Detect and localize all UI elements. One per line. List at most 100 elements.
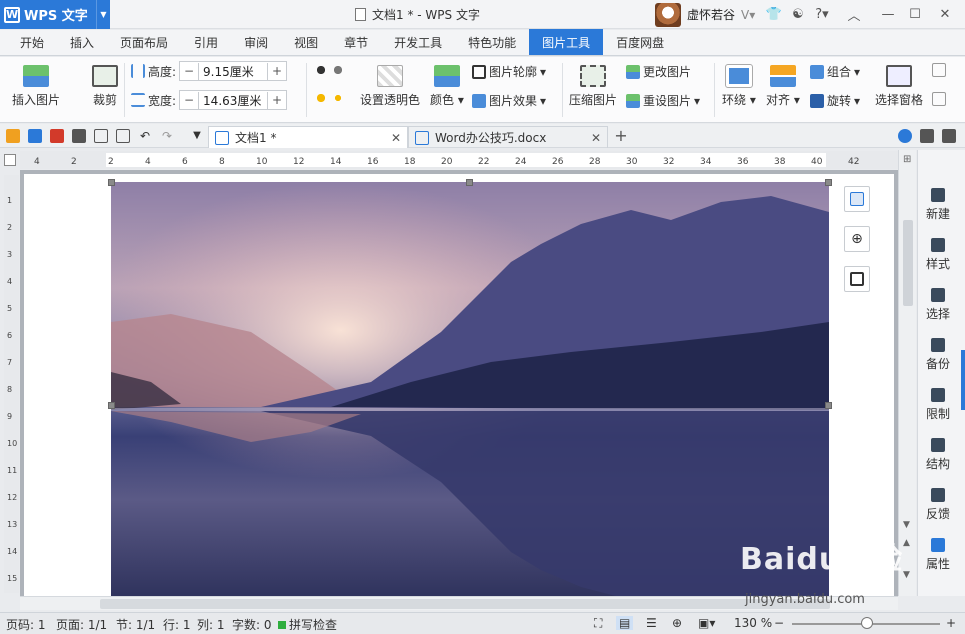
wrap-button[interactable]: 环绕 ▾ bbox=[722, 64, 756, 108]
skin-icon[interactable]: 👕 bbox=[763, 4, 785, 24]
more-icon[interactable] bbox=[942, 129, 956, 143]
resize-handle-nw[interactable] bbox=[108, 179, 115, 186]
outline-button[interactable]: 图片轮廓 ▾ bbox=[472, 63, 546, 80]
panel-toggle-icon[interactable]: ⊞ bbox=[903, 154, 911, 165]
send-backward-button[interactable] bbox=[932, 92, 946, 106]
open-icon[interactable] bbox=[6, 129, 20, 143]
contrast-down-icon[interactable] bbox=[331, 63, 345, 77]
structure-panel-button[interactable]: 结构 bbox=[918, 438, 958, 472]
share-icon[interactable]: ☯ bbox=[787, 4, 809, 24]
new-tab-icon[interactable]: + bbox=[614, 128, 628, 144]
tab-page-layout[interactable]: 页面布局 bbox=[107, 29, 181, 55]
close-tab-icon[interactable]: ✕ bbox=[391, 131, 401, 145]
effect-button[interactable]: 图片效果 ▾ bbox=[472, 92, 546, 109]
spell-check-toggle[interactable]: 拼写检查 bbox=[278, 616, 337, 633]
compress-button[interactable]: 压缩图片 bbox=[569, 65, 617, 108]
selection-pane-button[interactable]: 选择窗格 bbox=[875, 65, 923, 108]
print-preview-icon[interactable] bbox=[94, 129, 108, 143]
close-button[interactable]: ✕ bbox=[934, 4, 956, 24]
resize-handle-n[interactable] bbox=[466, 179, 473, 186]
tab-baidu-netdisk[interactable]: 百度网盘 bbox=[603, 29, 677, 55]
layout-options-icon[interactable] bbox=[844, 186, 870, 212]
close-tab-icon[interactable]: ✕ bbox=[591, 131, 601, 145]
save-icon[interactable] bbox=[28, 129, 42, 143]
brightness-down-icon[interactable] bbox=[331, 91, 345, 105]
width-input[interactable]: 14.63厘米 bbox=[198, 91, 269, 109]
sync-icon[interactable] bbox=[920, 129, 934, 143]
color-button[interactable]: 颜色 ▾ bbox=[430, 65, 464, 108]
select-panel-button[interactable]: 选择 bbox=[918, 288, 958, 322]
help-icon[interactable]: ?▾ bbox=[811, 4, 833, 24]
reading-view-icon[interactable]: ▣▾ bbox=[698, 616, 715, 630]
cloud-icon[interactable] bbox=[898, 129, 912, 143]
status-page-number[interactable]: 页码: 1 bbox=[6, 616, 46, 633]
height-spinner[interactable]: − 9.15厘米 + bbox=[179, 61, 288, 81]
doc-tab[interactable]: Word办公技巧.docx ✕ bbox=[408, 126, 608, 148]
scroll-thumb[interactable] bbox=[903, 220, 913, 306]
horizontal-ruler[interactable]: 4 2 2 4 6 8 10 12 14 16 18 20 22 24 26 28 30 32 34 36 38 40 42 bbox=[20, 151, 898, 169]
avatar[interactable] bbox=[655, 2, 681, 27]
doc-tab-active[interactable]: 文档1 * ✕ bbox=[208, 126, 408, 148]
style-panel-button[interactable]: 样式 bbox=[918, 238, 958, 272]
scroll-down-icon[interactable]: ▼ bbox=[903, 520, 910, 530]
chevron-down-icon[interactable]: ▼ bbox=[96, 0, 110, 29]
bring-forward-button[interactable] bbox=[932, 63, 946, 77]
collapse-ribbon-icon[interactable]: ︿ bbox=[843, 4, 865, 24]
reset-image-button[interactable]: 重设图片 ▾ bbox=[626, 92, 700, 109]
pdf-icon[interactable] bbox=[50, 129, 64, 143]
tab-developer[interactable]: 开发工具 bbox=[381, 29, 455, 55]
tab-view[interactable]: 视图 bbox=[281, 29, 331, 55]
crop-button[interactable]: 裁剪 bbox=[92, 65, 118, 108]
fullscreen-icon[interactable]: ⛶ bbox=[594, 616, 602, 631]
zoom-level[interactable]: 130 % bbox=[734, 616, 772, 630]
new-panel-button[interactable]: 新建 bbox=[918, 188, 958, 222]
contrast-up-icon[interactable] bbox=[314, 63, 328, 77]
resize-handle-w[interactable] bbox=[108, 402, 115, 409]
minimize-button[interactable]: — bbox=[877, 4, 899, 24]
tab-references[interactable]: 引用 bbox=[181, 29, 231, 55]
status-word-count[interactable]: 字数: 0 bbox=[232, 616, 272, 633]
set-transparent-button[interactable]: 设置透明色 bbox=[360, 65, 420, 108]
restrict-panel-button[interactable]: 限制 bbox=[918, 388, 958, 422]
resize-handle-ne[interactable] bbox=[825, 179, 832, 186]
zoom-out-button[interactable]: − bbox=[774, 616, 784, 630]
brightness-up-icon[interactable] bbox=[314, 91, 328, 105]
group-button[interactable]: 组合 ▾ bbox=[810, 63, 860, 80]
customize-dropdown-icon[interactable]: ▼ bbox=[190, 129, 204, 143]
width-spinner[interactable]: − 14.63厘米 + bbox=[179, 90, 288, 110]
brightness-buttons[interactable] bbox=[314, 91, 345, 105]
decrease-width-button[interactable]: − bbox=[180, 93, 198, 107]
web-view-icon[interactable]: ⊕ bbox=[672, 616, 682, 630]
print-icon[interactable] bbox=[72, 129, 86, 143]
increase-height-button[interactable]: + bbox=[268, 64, 286, 78]
tab-insert[interactable]: 插入 bbox=[57, 29, 107, 55]
vertical-ruler[interactable]: 1 2 3 4 5 6 7 8 9 10 11 12 13 14 15 bbox=[4, 175, 19, 593]
outline-view-icon[interactable]: ☰ bbox=[646, 616, 657, 630]
document-canvas[interactable] bbox=[20, 170, 898, 596]
decrease-height-button[interactable]: − bbox=[180, 64, 198, 78]
ruler-tab-selector[interactable] bbox=[4, 154, 16, 166]
tab-home[interactable]: 开始 bbox=[0, 29, 57, 55]
tab-chapter[interactable]: 章节 bbox=[331, 29, 381, 55]
vertical-scrollbar[interactable]: ⊞ ▼ ▲ ▼ bbox=[898, 150, 916, 596]
contrast-buttons[interactable] bbox=[314, 63, 345, 77]
resize-handle-e[interactable] bbox=[825, 402, 832, 409]
maximize-button[interactable]: ☐ bbox=[904, 4, 926, 24]
document-page[interactable] bbox=[24, 174, 894, 596]
tab-picture-tools[interactable]: 图片工具 bbox=[529, 29, 604, 55]
status-pages[interactable]: 页面: 1/1 bbox=[56, 616, 107, 633]
tab-review[interactable]: 审阅 bbox=[231, 29, 281, 55]
align-button[interactable]: 对齐 ▾ bbox=[766, 65, 800, 108]
undo-icon[interactable]: ↶ bbox=[138, 129, 152, 143]
selected-image[interactable] bbox=[111, 182, 829, 596]
feedback-panel-button[interactable]: 反馈 bbox=[918, 488, 958, 522]
app-menu-button[interactable]: W WPS 文字 ▼ bbox=[0, 0, 110, 29]
page-view-icon[interactable]: ▤ bbox=[616, 616, 634, 630]
backup-panel-button[interactable]: 备份 bbox=[918, 338, 958, 372]
insert-image-button[interactable]: 插入图片 bbox=[12, 65, 60, 108]
zoom-in-icon[interactable]: ⊕ bbox=[844, 226, 870, 252]
change-image-button[interactable]: 更改图片 bbox=[626, 63, 691, 80]
rotate-button[interactable]: 旋转 ▾ bbox=[810, 92, 860, 109]
zoom-preview-icon[interactable] bbox=[116, 129, 130, 143]
user-account[interactable]: 虚怀若谷 V▾ bbox=[655, 2, 755, 27]
